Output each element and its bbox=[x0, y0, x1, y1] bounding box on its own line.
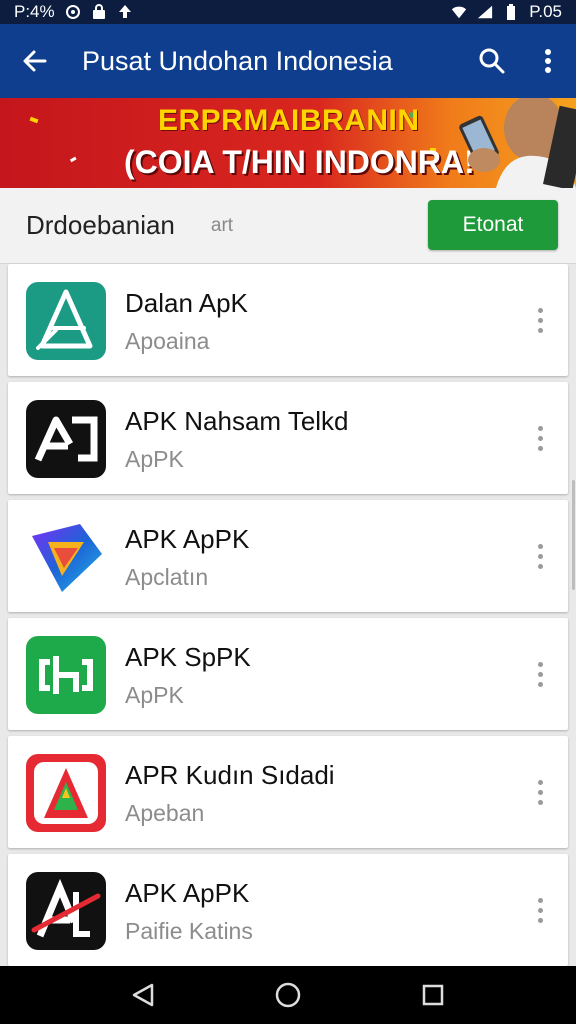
app-name: APK ApPK bbox=[125, 524, 250, 554]
system-nav-bar bbox=[0, 966, 576, 1024]
filter-label[interactable]: Drdoebanian bbox=[26, 210, 175, 241]
circle-status-icon bbox=[65, 4, 81, 20]
item-menu-button[interactable] bbox=[528, 772, 552, 812]
search-icon bbox=[479, 48, 505, 74]
app-subtitle: ApPK bbox=[125, 446, 184, 472]
app-subtitle: Apoaina bbox=[125, 328, 210, 354]
black-red-a-logo-icon bbox=[26, 872, 106, 950]
status-bar: P:4% P.05 bbox=[0, 0, 576, 24]
app-subtitle: Paifie Katins bbox=[125, 918, 253, 944]
banner-subheadline: (COIA T/HIN INDONRA! bbox=[124, 144, 475, 180]
nav-home-button[interactable] bbox=[258, 966, 318, 1024]
filter-action-button[interactable]: Etonat bbox=[428, 200, 558, 250]
app-subtitle: Apeban bbox=[125, 800, 205, 826]
wifi-icon bbox=[451, 4, 467, 20]
app-subtitle: ApPK bbox=[125, 682, 184, 708]
nav-recents-button[interactable] bbox=[403, 966, 463, 1024]
app-bar: Pusat Undohan Indonesia bbox=[0, 24, 576, 98]
list-item[interactable]: APK SpPK ApPK bbox=[8, 618, 568, 730]
list-item[interactable]: APK ApPK Apclatın bbox=[8, 500, 568, 612]
upload-icon bbox=[117, 4, 133, 20]
app-list: Dalan ApK Apoaina APK Nahsam Telkd ApPK bbox=[8, 264, 568, 972]
scrollbar[interactable] bbox=[572, 480, 575, 590]
search-button[interactable] bbox=[464, 24, 520, 98]
recents-square-icon bbox=[423, 984, 444, 1006]
black-a-logo-icon bbox=[26, 400, 106, 478]
status-time: P.05 bbox=[529, 2, 562, 21]
status-left-text: P:4% bbox=[14, 2, 55, 21]
banner-headline: ERPRMAIBRANIN bbox=[158, 104, 420, 137]
item-menu-button[interactable] bbox=[528, 418, 552, 458]
signal-icon bbox=[477, 4, 493, 20]
item-menu-button[interactable] bbox=[528, 890, 552, 930]
app-name: APK SpPK bbox=[125, 642, 251, 672]
battery-icon bbox=[503, 4, 519, 20]
promo-banner[interactable]: ERPRMAIBRANIN (COIA T/HIN INDONRA! bbox=[0, 98, 576, 188]
teal-a-logo-icon bbox=[26, 282, 106, 360]
red-a-logo-icon bbox=[26, 754, 106, 832]
green-bracket-logo-icon bbox=[26, 636, 106, 714]
nav-back-button[interactable] bbox=[113, 966, 173, 1024]
item-menu-button[interactable] bbox=[528, 536, 552, 576]
back-button[interactable] bbox=[0, 24, 70, 98]
item-menu-button[interactable] bbox=[528, 300, 552, 340]
more-options-button[interactable] bbox=[520, 24, 576, 98]
list-item[interactable]: Dalan ApK Apoaina bbox=[8, 264, 568, 376]
app-name: APK Nahsam Telkd bbox=[125, 406, 349, 436]
list-item[interactable]: APR Kudın Sıdadi Apeban bbox=[8, 736, 568, 848]
page-title: Pusat Undohan Indonesia bbox=[82, 45, 393, 76]
list-item[interactable]: APK ApPK Paifie Katins bbox=[8, 854, 568, 966]
back-triangle-icon bbox=[132, 983, 153, 1007]
item-menu-button[interactable] bbox=[528, 654, 552, 694]
gradient-play-logo-icon bbox=[26, 518, 106, 596]
person-with-phone-image bbox=[459, 98, 576, 188]
lock-icon bbox=[91, 4, 107, 20]
app-name: APR Kudın Sıdadi bbox=[125, 760, 335, 790]
app-name: APK ApPK bbox=[125, 878, 250, 908]
back-arrow-icon bbox=[23, 50, 47, 72]
filter-hint: art bbox=[210, 214, 234, 236]
filter-bar: Drdoebanian art Etonat bbox=[0, 188, 576, 264]
more-vert-icon bbox=[545, 49, 551, 73]
app-subtitle: Apclatın bbox=[125, 564, 209, 590]
list-item[interactable]: APK Nahsam Telkd ApPK bbox=[8, 382, 568, 494]
home-circle-icon bbox=[275, 982, 301, 1008]
app-name: Dalan ApK bbox=[125, 288, 248, 318]
